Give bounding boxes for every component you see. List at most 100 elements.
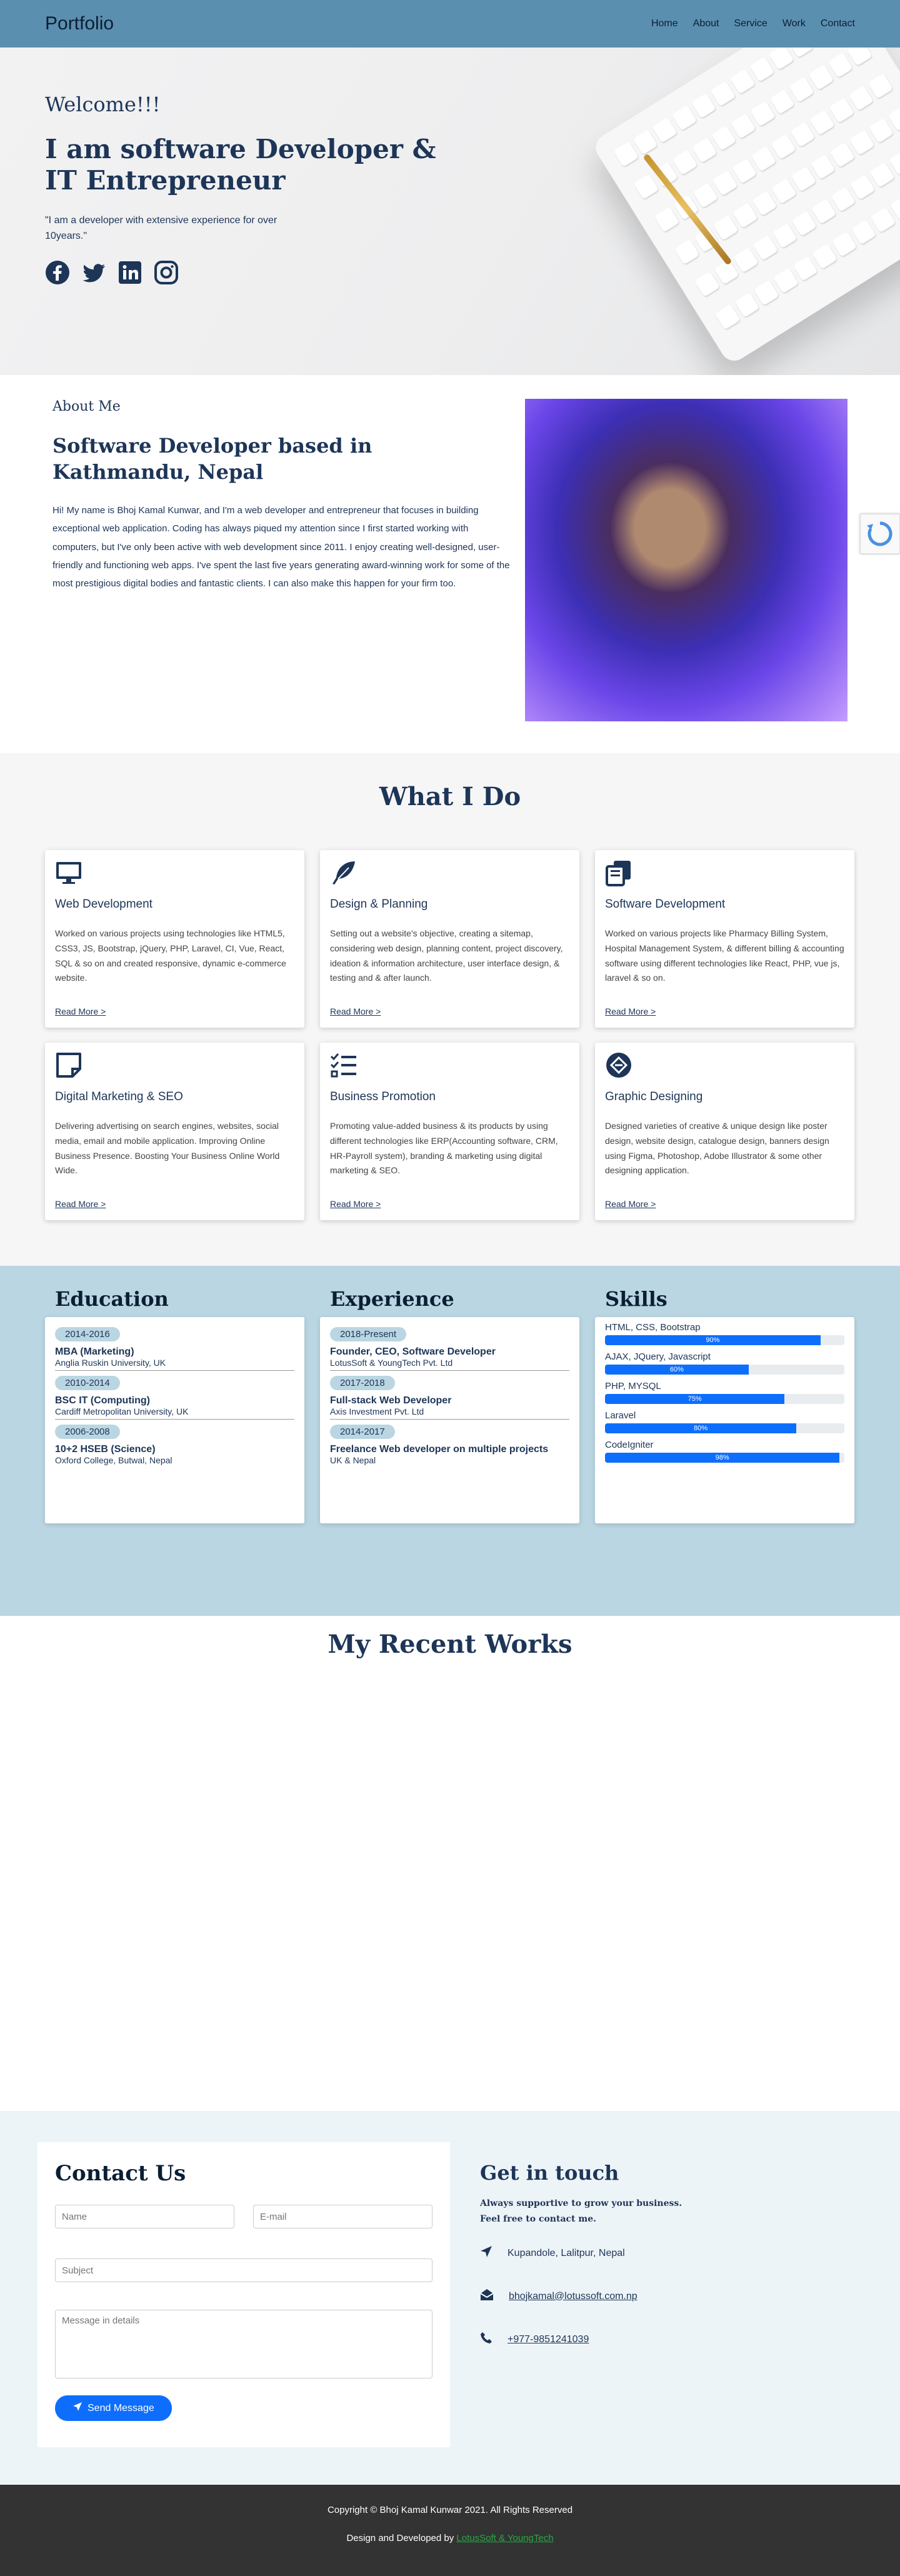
service-card-business-promotion: Business Promotion Promoting value-added… bbox=[320, 1043, 579, 1220]
read-more-link[interactable]: Read More > bbox=[330, 1006, 381, 1016]
instagram-icon[interactable] bbox=[154, 260, 179, 285]
year-badge: 2006-2008 bbox=[55, 1425, 120, 1439]
nav-link-contact[interactable]: Contact bbox=[821, 18, 855, 29]
email-link[interactable]: bhojkamal@lotussoft.com.np bbox=[509, 2291, 638, 2302]
skills-title: Skills bbox=[605, 1287, 668, 1311]
read-more-link[interactable]: Read More > bbox=[605, 1199, 656, 1209]
hero-title: I am software Developer & IT Entrepreneu… bbox=[45, 134, 436, 196]
subject-input[interactable] bbox=[55, 2258, 432, 2282]
works-section: My Recent Works bbox=[0, 1616, 900, 2111]
institution-name: Anglia Ruskin University, UK bbox=[55, 1358, 166, 1368]
skill-progress-bar: 90% bbox=[605, 1335, 821, 1345]
send-message-button[interactable]: Send Message bbox=[55, 2395, 172, 2421]
job-title: Full-stack Web Developer bbox=[330, 1395, 452, 1406]
service-card-software-development: Software Development Worked on various p… bbox=[595, 850, 854, 1028]
sticky-note-icon bbox=[55, 1051, 82, 1079]
institution-name: Cardiff Metropolitan University, UK bbox=[55, 1406, 189, 1416]
skill-label: PHP, MYSQL bbox=[605, 1381, 661, 1391]
skill-progress-bar: 80% bbox=[605, 1423, 797, 1433]
service-description: Promoting value-added business & its pro… bbox=[330, 1121, 558, 1176]
service-card-digital-marketing: Digital Marketing & SEO Delivering adver… bbox=[45, 1043, 304, 1220]
service-description: Delivering advertising on search engines… bbox=[55, 1121, 280, 1176]
contact-title: Contact Us bbox=[55, 2161, 186, 2186]
experience-card: 2018-Present Founder, CEO, Software Deve… bbox=[320, 1317, 579, 1523]
skill-label: HTML, CSS, Bootstrap bbox=[605, 1322, 701, 1333]
touch-subtitle-line: Feel free to contact me. bbox=[480, 2213, 596, 2224]
email-input[interactable] bbox=[253, 2205, 432, 2228]
read-more-link[interactable]: Read More > bbox=[605, 1006, 656, 1016]
nav-links: Home About Service Work Contact bbox=[651, 18, 855, 29]
diamond-icon bbox=[605, 1051, 632, 1079]
envelope-open-icon bbox=[480, 2288, 494, 2304]
degree-title: BSC IT (Computing) bbox=[55, 1395, 150, 1406]
brand-logo[interactable]: Portfolio bbox=[45, 13, 114, 34]
education-column: Education 2014-2016 MBA (Marketing) Angl… bbox=[45, 1287, 304, 1523]
recaptcha-badge[interactable] bbox=[860, 514, 900, 554]
developer-link[interactable]: LotusSoft & YoungTech bbox=[456, 2533, 553, 2543]
about-title: Software Developer based in Kathmandu, N… bbox=[52, 434, 372, 484]
name-input[interactable] bbox=[55, 2205, 234, 2228]
company-name: Axis Investment Pvt. Ltd bbox=[330, 1406, 424, 1416]
phone-row: +977-9851241039 bbox=[480, 2332, 855, 2347]
service-description: Setting out a website's objective, creat… bbox=[330, 928, 563, 983]
skill-progress-track: 75% bbox=[605, 1394, 844, 1404]
service-card-graphic-designing: Graphic Designing Designed varieties of … bbox=[595, 1043, 854, 1220]
touch-title: Get in touch bbox=[480, 2161, 619, 2185]
phone-icon bbox=[480, 2332, 492, 2347]
message-textarea[interactable] bbox=[55, 2310, 432, 2378]
company-name: LotusSoft & YoungTech Pvt. Ltd bbox=[330, 1358, 453, 1368]
hero-text: Welcome!!! I am software Developer & IT … bbox=[45, 93, 445, 285]
skill-progress-bar: 75% bbox=[605, 1394, 785, 1404]
developer-credit: Design and Developed by LotusSoft & Youn… bbox=[0, 2533, 900, 2543]
read-more-link[interactable]: Read More > bbox=[330, 1199, 381, 1209]
year-badge: 2017-2018 bbox=[330, 1376, 395, 1390]
linkedin-icon[interactable] bbox=[118, 260, 142, 285]
service-title: Digital Marketing & SEO bbox=[55, 1090, 183, 1103]
about-text: About Me Software Developer based in Kat… bbox=[52, 399, 512, 593]
touch-subtitle-line: Always supportive to grow your business. bbox=[480, 2198, 682, 2208]
monitor-icon bbox=[55, 859, 82, 886]
skill-progress-bar: 60% bbox=[605, 1365, 749, 1375]
about-body: Hi! My name is Bhoj Kamal Kunwar, and I'… bbox=[52, 505, 510, 589]
divider bbox=[330, 1370, 569, 1371]
skill-progress-track: 90% bbox=[605, 1335, 844, 1345]
keyboard-image bbox=[591, 0, 900, 366]
address-row: Kupandole, Lalitpur, Nepal bbox=[480, 2245, 855, 2261]
services-section: What I Do Web Development Worked on vari… bbox=[0, 753, 900, 1266]
service-card-web-development: Web Development Worked on various projec… bbox=[45, 850, 304, 1028]
year-badge: 2014-2017 bbox=[330, 1425, 395, 1439]
experience-column: Experience 2018-Present Founder, CEO, So… bbox=[320, 1287, 579, 1523]
works-title: My Recent Works bbox=[328, 1630, 572, 1659]
location-arrow-icon bbox=[480, 2245, 492, 2261]
service-title: Software Development bbox=[605, 898, 726, 911]
nav-link-work[interactable]: Work bbox=[782, 18, 806, 29]
job-title: Freelance Web developer on multiple proj… bbox=[330, 1444, 549, 1455]
read-more-link[interactable]: Read More > bbox=[55, 1006, 106, 1016]
hero-quote: "I am a developer with extensive experie… bbox=[45, 214, 278, 241]
read-more-link[interactable]: Read More > bbox=[55, 1199, 106, 1209]
phone-link[interactable]: +977-9851241039 bbox=[508, 2334, 589, 2345]
service-description: Worked on various projects using technol… bbox=[55, 928, 286, 983]
skill-item: PHP, MYSQL 75% bbox=[605, 1381, 844, 1404]
skills-card: HTML, CSS, Bootstrap 90% AJAX, JQuery, J… bbox=[595, 1317, 854, 1523]
about-section: About Me Software Developer based in Kat… bbox=[0, 375, 900, 753]
send-icon bbox=[72, 2402, 82, 2415]
nav-link-service[interactable]: Service bbox=[734, 18, 767, 29]
skill-item: CodeIgniter 98% bbox=[605, 1440, 844, 1463]
service-title: Graphic Designing bbox=[605, 1090, 703, 1103]
skill-progress-track: 80% bbox=[605, 1423, 844, 1433]
facebook-icon[interactable] bbox=[45, 260, 70, 285]
skill-progress-track: 60% bbox=[605, 1365, 844, 1375]
credit-prefix: Design and Developed by bbox=[346, 2533, 457, 2543]
skill-item: HTML, CSS, Bootstrap 90% bbox=[605, 1322, 844, 1345]
feather-icon bbox=[330, 859, 358, 886]
nav-link-home[interactable]: Home bbox=[651, 18, 678, 29]
job-title: Founder, CEO, Software Developer bbox=[330, 1346, 496, 1357]
education-card: 2014-2016 MBA (Marketing) Anglia Ruskin … bbox=[45, 1317, 304, 1523]
services-grid: Web Development Worked on various projec… bbox=[45, 850, 855, 1220]
nav-link-about[interactable]: About bbox=[693, 18, 719, 29]
top-navbar: Portfolio Home About Service Work Contac… bbox=[0, 0, 900, 48]
skill-progress-bar: 98% bbox=[605, 1453, 840, 1463]
skill-item: AJAX, JQuery, Javascript 60% bbox=[605, 1351, 844, 1375]
twitter-icon[interactable] bbox=[81, 260, 106, 285]
